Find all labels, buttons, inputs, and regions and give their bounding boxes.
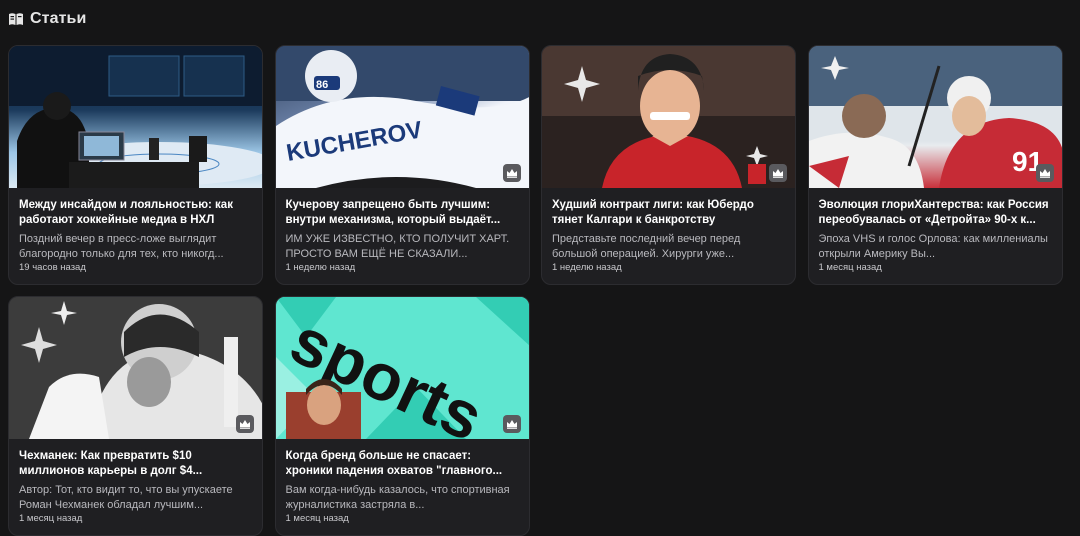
article-excerpt: Представьте последний вечер перед большо… xyxy=(552,233,741,260)
article-time: 1 неделю назад xyxy=(552,262,622,273)
article-thumbnail xyxy=(9,46,262,188)
article-excerpt: Автор: Тот, кто видит то, что вы упускае… xyxy=(19,484,233,511)
article-card[interactable]: sports Когда бренд больше не спасает: хр… xyxy=(274,296,530,536)
book-icon xyxy=(8,12,24,26)
article-title[interactable]: Худший контракт лиги: как Юбердо тянет К… xyxy=(552,198,785,227)
article-title[interactable]: Кучерову запрещено быть лучшим: внутри м… xyxy=(286,198,519,227)
article-card[interactable]: 86 KUCHEROV Кучерову запрещено быть лучш… xyxy=(274,45,530,285)
article-thumbnail: sports xyxy=(275,297,529,439)
article-excerpt: Поздний вечер в пресс-ложе выглядит благ… xyxy=(19,233,224,260)
articles-grid: Между инсайдом и лояльностью: как работа… xyxy=(8,45,1063,536)
article-excerpt: ИМ УЖЕ ИЗВЕСТНО, КТО ПОЛУЧИТ ХАРТ. ПРОСТ… xyxy=(285,233,510,260)
article-title[interactable]: Эволюция глориХантерства: как Россия пер… xyxy=(819,198,1052,227)
article-thumbnail: 91 xyxy=(808,46,1062,188)
article-title[interactable]: Чехманек: Как превратить $10 миллионов к… xyxy=(19,449,252,478)
crown-icon xyxy=(769,164,787,182)
crown-icon xyxy=(1035,164,1054,182)
article-thumbnail xyxy=(542,46,795,188)
article-card[interactable]: Чехманек: Как превратить $10 миллионов к… xyxy=(8,296,263,536)
article-time: 19 часов назад xyxy=(19,262,86,273)
crown-icon xyxy=(502,415,521,433)
article-title[interactable]: Когда бренд больше не спасает: хроники п… xyxy=(286,449,519,478)
article-card[interactable]: Между инсайдом и лояльностью: как работа… xyxy=(8,45,263,285)
article-time: 1 месяц назад xyxy=(19,513,83,524)
article-excerpt: Эпоха VHS и голос Орлова: как миллениалы… xyxy=(818,233,1048,260)
section-header: Статьи xyxy=(8,9,86,29)
crown-icon xyxy=(236,415,254,433)
article-card[interactable]: 91 Эволюция глориХантерства: как Россия … xyxy=(807,45,1063,285)
article-time: 1 месяц назад xyxy=(285,513,349,524)
article-thumbnail: 86 KUCHEROV xyxy=(275,46,529,188)
crown-icon xyxy=(502,164,521,182)
article-card[interactable]: Худший контракт лиги: как Юбердо тянет К… xyxy=(541,45,796,285)
article-title[interactable]: Между инсайдом и лояльностью: как работа… xyxy=(19,198,252,227)
section-title: Статьи xyxy=(30,10,87,27)
article-time: 1 неделю назад xyxy=(285,262,356,273)
article-time: 1 месяц назад xyxy=(818,262,882,273)
article-excerpt: Вам когда-нибудь казалось, что спортивна… xyxy=(285,484,510,511)
article-thumbnail xyxy=(9,297,262,439)
svg-text:86: 86 xyxy=(316,79,328,91)
